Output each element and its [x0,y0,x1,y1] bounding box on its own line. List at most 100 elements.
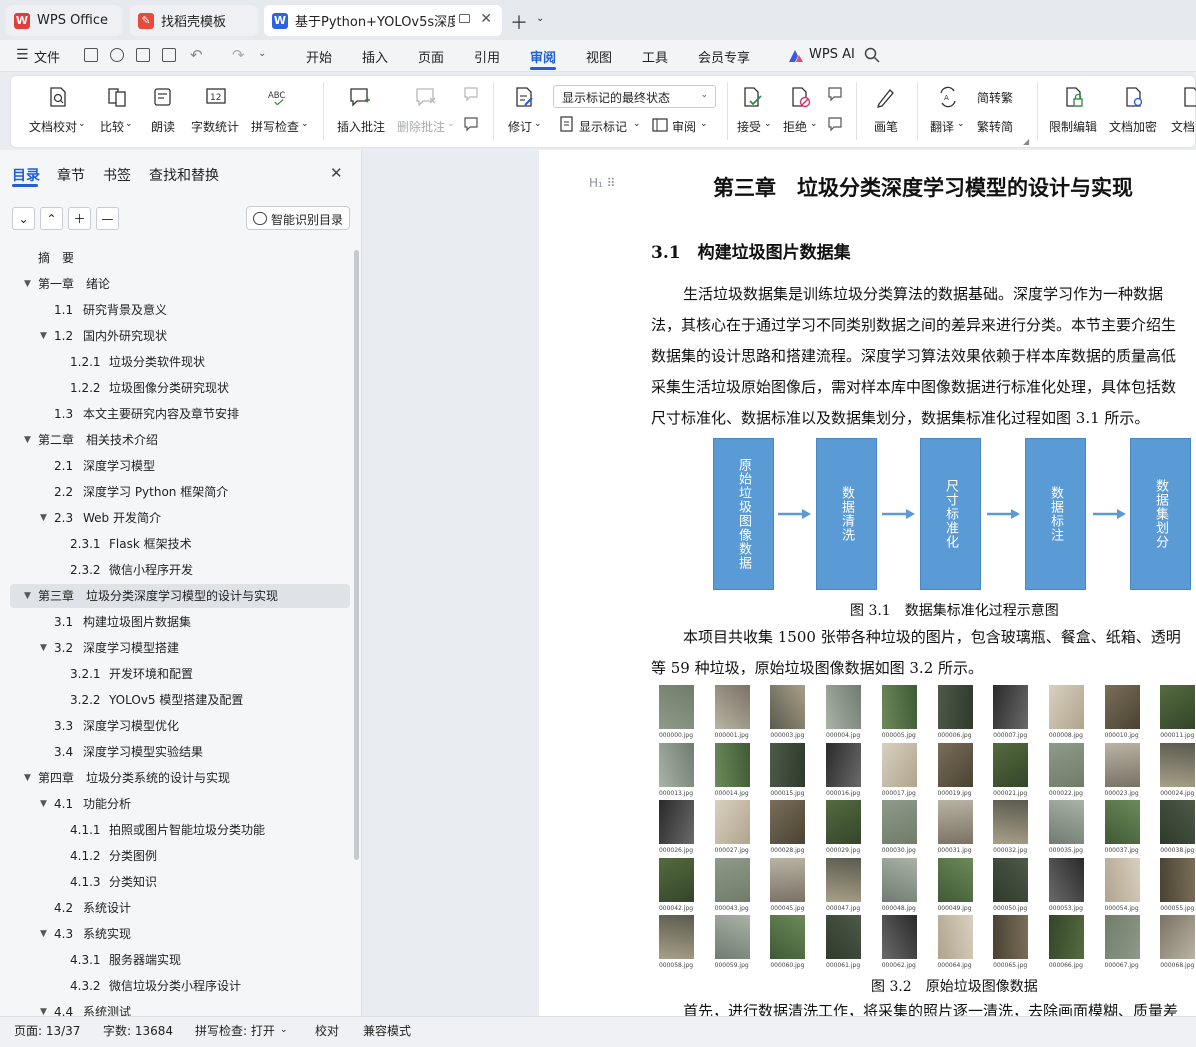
hamburger-icon[interactable]: ☰ [16,47,29,63]
toc-item[interactable]: ▼ 第四章 垃圾分类系统的设计与实现 [10,766,350,790]
menu-home[interactable]: 开始 [306,47,332,66]
toc-item[interactable]: 4.3.2 微信垃圾分类小程序设计 [10,974,350,998]
show-markup-button[interactable]: 显示标记 [579,118,627,135]
to-simplified-button[interactable]: 繁转简 [977,118,1013,135]
chevron-down-icon[interactable]: ⌄ [258,48,266,59]
toc-item[interactable]: 3.2.1 开发环境和配置 [10,662,350,686]
read-aloud-button[interactable]: 朗读 [151,118,175,135]
tab-chapters[interactable]: 章节 [57,165,85,185]
toc-item[interactable]: 1.2.2 垃圾图像分类研究现状 [10,376,350,400]
restrict-edit-button[interactable]: 限制编辑 [1049,118,1097,135]
redo-icon[interactable]: ↷ [232,46,245,64]
toc-item[interactable]: ▼ 4.4 系统测试 [10,1000,350,1016]
doc-permission-button[interactable]: 文档 [1171,118,1195,135]
toc-item[interactable]: 4.3.1 服务器端实现 [10,948,350,972]
print-preview-icon[interactable] [162,48,176,62]
tab-toc[interactable]: 目录 [12,165,40,185]
chevron-down-icon[interactable]: ⌄ [536,13,544,24]
toc-item[interactable]: ▼ 第一章 绪论 [10,272,350,296]
tab-docer-templates[interactable]: ✎ 找稻壳模板 [130,5,258,36]
toc-item[interactable]: 3.2.2 YOLOv5 模型搭建及配置 [10,688,350,712]
word-count-indicator[interactable]: 字数: 13684 [103,1022,173,1039]
toc-item[interactable]: ▼ 1.2 国内外研究现状 [10,324,350,348]
chevron-down-icon[interactable]: ⌄ [301,119,309,129]
toc-item[interactable]: 4.2 系统设计 [10,896,350,920]
expand-arrow-icon[interactable]: ▼ [24,272,31,296]
expand-arrow-icon[interactable]: ▼ [40,636,47,660]
word-count-button[interactable]: 字数统计 [191,118,239,135]
spell-check-button[interactable]: 拼写检查 [251,118,299,135]
collapse-all-button[interactable]: ⌄ [12,207,35,230]
toc-item[interactable]: 2.1 深度学习模型 [10,454,350,478]
menu-tools[interactable]: 工具 [642,47,668,66]
chevron-down-icon[interactable]: ⌄ [633,119,641,129]
toc-item[interactable]: 2.2 深度学习 Python 框架简介 [10,480,350,504]
compare-button[interactable]: 比较 [100,118,124,135]
menu-wps-ai[interactable]: WPS AI [809,47,855,62]
toc-item[interactable]: ▼ 4.1 功能分析 [10,792,350,816]
tab-find-replace[interactable]: 查找和替换 [149,165,219,185]
expand-arrow-icon[interactable]: ▼ [40,922,47,946]
toc-item[interactable]: 1.2.1 垃圾分类软件现状 [10,350,350,374]
encrypt-button[interactable]: 文档加密 [1109,118,1157,135]
toc-item[interactable]: 3.1 构建垃圾图片数据集 [10,610,350,634]
toc-item[interactable]: 4.1.1 拍照或图片智能垃圾分类功能 [10,818,350,842]
expand-arrow-icon[interactable]: ▼ [24,428,31,452]
to-traditional-button[interactable]: 简转繁 [977,89,1013,106]
reject-button[interactable]: 拒绝 [783,118,807,135]
menu-membership[interactable]: 会员专享 [698,47,750,66]
menu-insert[interactable]: 插入 [362,47,388,66]
add-heading-button[interactable]: ＋ [68,207,91,230]
toc-item[interactable]: 4.1.3 分类知识 [10,870,350,894]
toc-item[interactable]: ▼ 3.2 深度学习模型搭建 [10,636,350,660]
toc-item[interactable]: 1.3 本文主要研究内容及章节安排 [10,402,350,426]
save-icon[interactable] [84,48,98,62]
expand-arrow-icon[interactable]: ▼ [40,1000,47,1016]
undo-icon[interactable]: ↶ [190,46,203,64]
toc-item[interactable]: ▼ 第三章 垃圾分类深度学习模型的设计与实现 [10,584,350,608]
page-indicator[interactable]: 页面: 13/37 [14,1022,80,1039]
spell-check-status[interactable]: 拼写检查: 打开 [195,1022,275,1039]
expand-arrow-icon[interactable]: ▼ [24,766,31,790]
expand-arrow-icon[interactable]: ▼ [40,324,47,348]
review-pane-button[interactable]: 审阅 [672,118,696,135]
toc-item[interactable]: 4.1.2 分类图例 [10,844,350,868]
new-tab-icon[interactable]: ＋ [510,9,528,35]
toc-item[interactable]: 3.4 深度学习模型实验结果 [10,740,350,764]
accept-button[interactable]: 接受 [737,118,761,135]
toc-item[interactable]: 2.3.2 微信小程序开发 [10,558,350,582]
chevron-down-icon[interactable]: ⌄ [957,119,965,129]
tab-current-document[interactable]: W 基于Python+YOLOv5s深度学 ✕ [264,5,502,36]
toc-item[interactable]: 摘 要 [10,246,350,270]
menu-page[interactable]: 页面 [418,47,444,66]
chevron-down-icon[interactable]: ⌄ [810,119,818,129]
expand-up-button[interactable]: ⌃ [40,207,63,230]
chevron-down-icon[interactable]: ⌄ [534,119,542,129]
ribbon-expand-icon[interactable]: ◢ [1023,137,1029,146]
menu-view[interactable]: 视图 [586,47,612,66]
close-tab-icon[interactable]: ✕ [480,11,492,27]
chevron-down-icon[interactable]: ⌄ [700,119,708,129]
search-icon[interactable] [864,47,880,63]
expand-arrow-icon[interactable]: ▼ [40,792,47,816]
menu-file[interactable]: 文件 [34,47,60,66]
delete-comment-button[interactable]: 删除批注 [397,118,445,135]
pen-button[interactable]: 画笔 [874,118,898,135]
toc-item[interactable]: ▼ 第二章 相关技术介绍 [10,428,350,452]
markup-display-select[interactable]: 显示标记的最终状态 ⌄ [553,85,716,108]
chevron-down-icon[interactable]: ⌄ [764,119,772,129]
remove-heading-button[interactable]: — [96,207,119,230]
share-icon[interactable] [110,48,124,62]
proofread-status[interactable]: 校对 [315,1022,339,1039]
close-icon[interactable]: ✕ [330,164,343,182]
toc-item[interactable]: 1.1 研究背景及意义 [10,298,350,322]
chevron-down-icon[interactable]: ⌄ [78,119,86,129]
toc-item[interactable]: 3.3 深度学习模型优化 [10,714,350,738]
toc-item[interactable]: 2.3.1 Flask 框架技术 [10,532,350,556]
menu-review[interactable]: 审阅 [530,47,556,66]
toc-item[interactable]: ▼ 2.3 Web 开发简介 [10,506,350,530]
doc-check-button[interactable]: 文档校对 [29,118,77,135]
smart-toc-button[interactable]: 智能识别目录 [246,206,350,230]
tab-bookmarks[interactable]: 书签 [103,165,131,185]
translate-button[interactable]: 翻译 [930,118,954,135]
